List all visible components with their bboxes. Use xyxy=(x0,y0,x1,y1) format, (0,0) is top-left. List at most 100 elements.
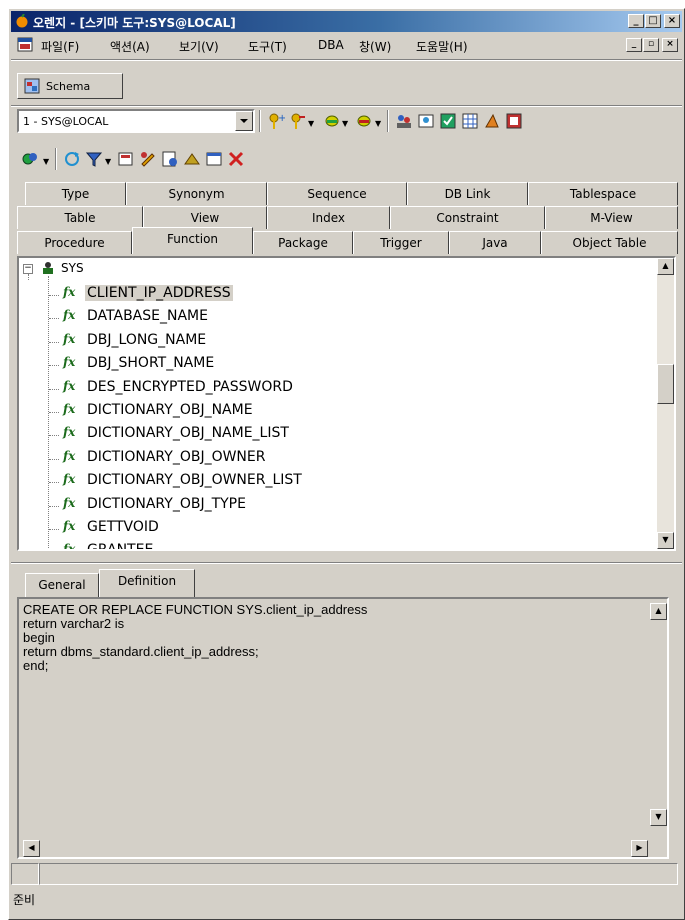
function-icon: fx xyxy=(63,308,76,323)
definition-editor[interactable]: CREATE OR REPLACE FUNCTION SYS.client_ip… xyxy=(17,597,669,859)
object-tree[interactable]: − SYS fx CLIENT_IP_ADDRESSfx DATABASE_NAME… xyxy=(17,256,676,551)
tab-general[interactable]: General xyxy=(25,573,99,597)
tab-trigger[interactable]: Trigger xyxy=(353,231,449,254)
tab-table[interactable]: Table xyxy=(17,206,143,229)
collapse-icon[interactable]: − xyxy=(23,264,33,274)
tab-package[interactable]: Package xyxy=(253,231,353,254)
schema-tab-label: Schema xyxy=(46,80,91,93)
mdi-restore-button[interactable]: ▫ xyxy=(643,38,659,52)
chevron-down-icon[interactable] xyxy=(235,111,253,131)
menu-help[interactable]: 도움말(H) xyxy=(416,38,468,55)
scroll-up-icon[interactable]: ▲ xyxy=(657,258,674,275)
menu-file[interactable]: 파일(F) xyxy=(41,38,79,55)
new-object-icon[interactable] xyxy=(117,150,135,168)
menu-view[interactable]: 보기(V) xyxy=(179,38,219,55)
grants-icon[interactable] xyxy=(439,112,457,130)
scroll-up-icon[interactable]: ▲ xyxy=(650,603,667,620)
window-tab-schema[interactable]: Schema xyxy=(17,73,123,99)
menu-bar: 파일(F) 액션(A) 보기(V) 도구(T) DBA 창(W) 도움말(H) … xyxy=(11,35,682,55)
tab-index[interactable]: Index xyxy=(267,206,390,229)
window-icon[interactable] xyxy=(205,150,223,168)
table-insert-icon[interactable] xyxy=(323,112,341,130)
table-delete-icon[interactable] xyxy=(355,112,373,130)
function-name[interactable]: DICTIONARY_OBJ_NAME xyxy=(85,402,255,418)
grid-icon[interactable] xyxy=(461,112,479,130)
compile-icon[interactable] xyxy=(483,112,501,130)
tree-connector xyxy=(28,274,29,280)
dropdown-arrow-icon[interactable]: ▼ xyxy=(105,157,111,166)
close-button[interactable]: × xyxy=(664,14,680,28)
dropdown-arrow-icon[interactable]: ▼ xyxy=(308,119,314,128)
drop-icon[interactable] xyxy=(227,150,245,168)
function-icon: fx xyxy=(63,542,76,551)
dropdown-arrow-icon[interactable]: ▼ xyxy=(43,157,49,166)
tab-view[interactable]: View xyxy=(143,206,267,229)
tab-function[interactable]: Function xyxy=(132,227,253,254)
tab-procedure[interactable]: Procedure xyxy=(17,231,132,254)
tree-connector xyxy=(49,318,59,320)
dropdown-arrow-icon[interactable]: ▼ xyxy=(375,119,381,128)
dropdown-arrow-icon[interactable]: ▼ xyxy=(342,119,348,128)
users-icon[interactable] xyxy=(395,112,413,130)
menu-divider xyxy=(11,59,682,61)
tab-constraint[interactable]: Constraint xyxy=(390,206,545,229)
key-remove-icon[interactable] xyxy=(289,112,307,130)
refresh-icon[interactable] xyxy=(63,150,81,168)
synonym-icon[interactable] xyxy=(183,150,201,168)
key-add-icon[interactable]: + xyxy=(267,112,285,130)
maximize-button[interactable]: □ xyxy=(645,14,661,28)
scroll-down-icon[interactable]: ▼ xyxy=(650,809,667,826)
document-window-icon[interactable] xyxy=(17,37,33,52)
function-name[interactable]: GRANTEE xyxy=(85,542,155,549)
filter-icon[interactable] xyxy=(85,150,103,168)
schema-browser-icon[interactable] xyxy=(21,150,39,168)
tab-tablespace[interactable]: Tablespace xyxy=(528,182,678,205)
function-name[interactable]: CLIENT_IP_ADDRESS xyxy=(85,285,233,301)
title-bar[interactable]: 오렌지 - [스키마 도구:SYS@LOCAL] _ □ × xyxy=(11,11,682,32)
menu-tools[interactable]: 도구(T) xyxy=(248,38,287,55)
scroll-thumb[interactable] xyxy=(657,364,674,404)
edit-object-icon[interactable] xyxy=(139,150,157,168)
tab-type[interactable]: Type xyxy=(25,182,126,205)
editor-horizontal-scrollbar[interactable]: ◀ ▶ xyxy=(19,840,650,857)
function-icon: fx xyxy=(63,495,76,510)
menu-window[interactable]: 창(W) xyxy=(359,38,391,55)
mdi-minimize-button[interactable]: _ xyxy=(626,38,642,52)
tab-synonym[interactable]: Synonym xyxy=(126,182,267,205)
role-icon[interactable] xyxy=(417,112,435,130)
scroll-left-icon[interactable]: ◀ xyxy=(23,840,40,857)
menu-dba[interactable]: DBA xyxy=(318,38,344,52)
function-name[interactable]: DBJ_SHORT_NAME xyxy=(85,355,216,371)
mdi-close-button[interactable]: × xyxy=(662,38,678,52)
function-name[interactable]: DES_ENCRYPTED_PASSWORD xyxy=(85,379,295,395)
function-name[interactable]: DICTIONARY_OBJ_NAME_LIST xyxy=(85,425,291,441)
function-name[interactable]: DICTIONARY_OBJ_TYPE xyxy=(85,496,248,512)
tab-object-table[interactable]: Object Table xyxy=(541,231,678,254)
tree-vertical-scrollbar[interactable]: ▲ ▼ xyxy=(657,258,674,549)
tree-connector xyxy=(49,458,59,460)
function-icon: fx xyxy=(63,472,76,487)
tab-m-view[interactable]: M-View xyxy=(545,206,678,229)
schema-node-label[interactable]: SYS xyxy=(61,261,84,275)
status-indicator xyxy=(11,863,39,885)
schema-icon xyxy=(24,78,40,94)
function-icon: fx xyxy=(63,425,76,440)
editor-vertical-scrollbar[interactable]: ▲ ▼ xyxy=(650,599,667,840)
minimize-button[interactable]: _ xyxy=(628,14,644,28)
tab-definition[interactable]: Definition xyxy=(99,569,195,597)
describe-icon[interactable] xyxy=(161,150,179,168)
function-name[interactable]: DICTIONARY_OBJ_OWNER xyxy=(85,449,267,465)
menu-action[interactable]: 액션(A) xyxy=(110,38,150,55)
report-icon[interactable] xyxy=(505,112,523,130)
tab-sequence[interactable]: Sequence xyxy=(267,182,407,205)
scroll-down-icon[interactable]: ▼ xyxy=(657,532,674,549)
connection-select[interactable]: 1 - SYS@LOCAL xyxy=(17,109,255,133)
scroll-right-icon[interactable]: ▶ xyxy=(631,840,648,857)
tab-java[interactable]: Java xyxy=(449,231,541,254)
function-name[interactable]: DBJ_LONG_NAME xyxy=(85,332,208,348)
tab-db-link[interactable]: DB Link xyxy=(407,182,528,205)
function-name[interactable]: DATABASE_NAME xyxy=(85,308,210,324)
function-name[interactable]: DICTIONARY_OBJ_OWNER_LIST xyxy=(85,472,304,488)
function-name[interactable]: GETTVOID xyxy=(85,519,161,535)
definition-code[interactable]: CREATE OR REPLACE FUNCTION SYS.client_ip… xyxy=(23,603,367,673)
